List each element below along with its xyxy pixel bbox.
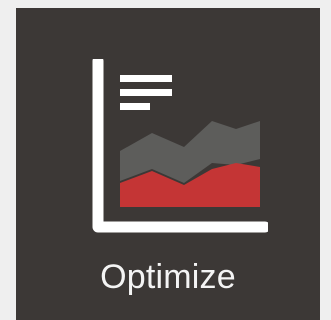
tile-label: Optimize (100, 258, 236, 296)
optimize-tile[interactable]: Optimize (16, 8, 320, 320)
legend-line (120, 89, 172, 96)
legend-line (120, 75, 172, 82)
legend-line (120, 103, 150, 110)
area-chart-report-icon (90, 55, 271, 238)
